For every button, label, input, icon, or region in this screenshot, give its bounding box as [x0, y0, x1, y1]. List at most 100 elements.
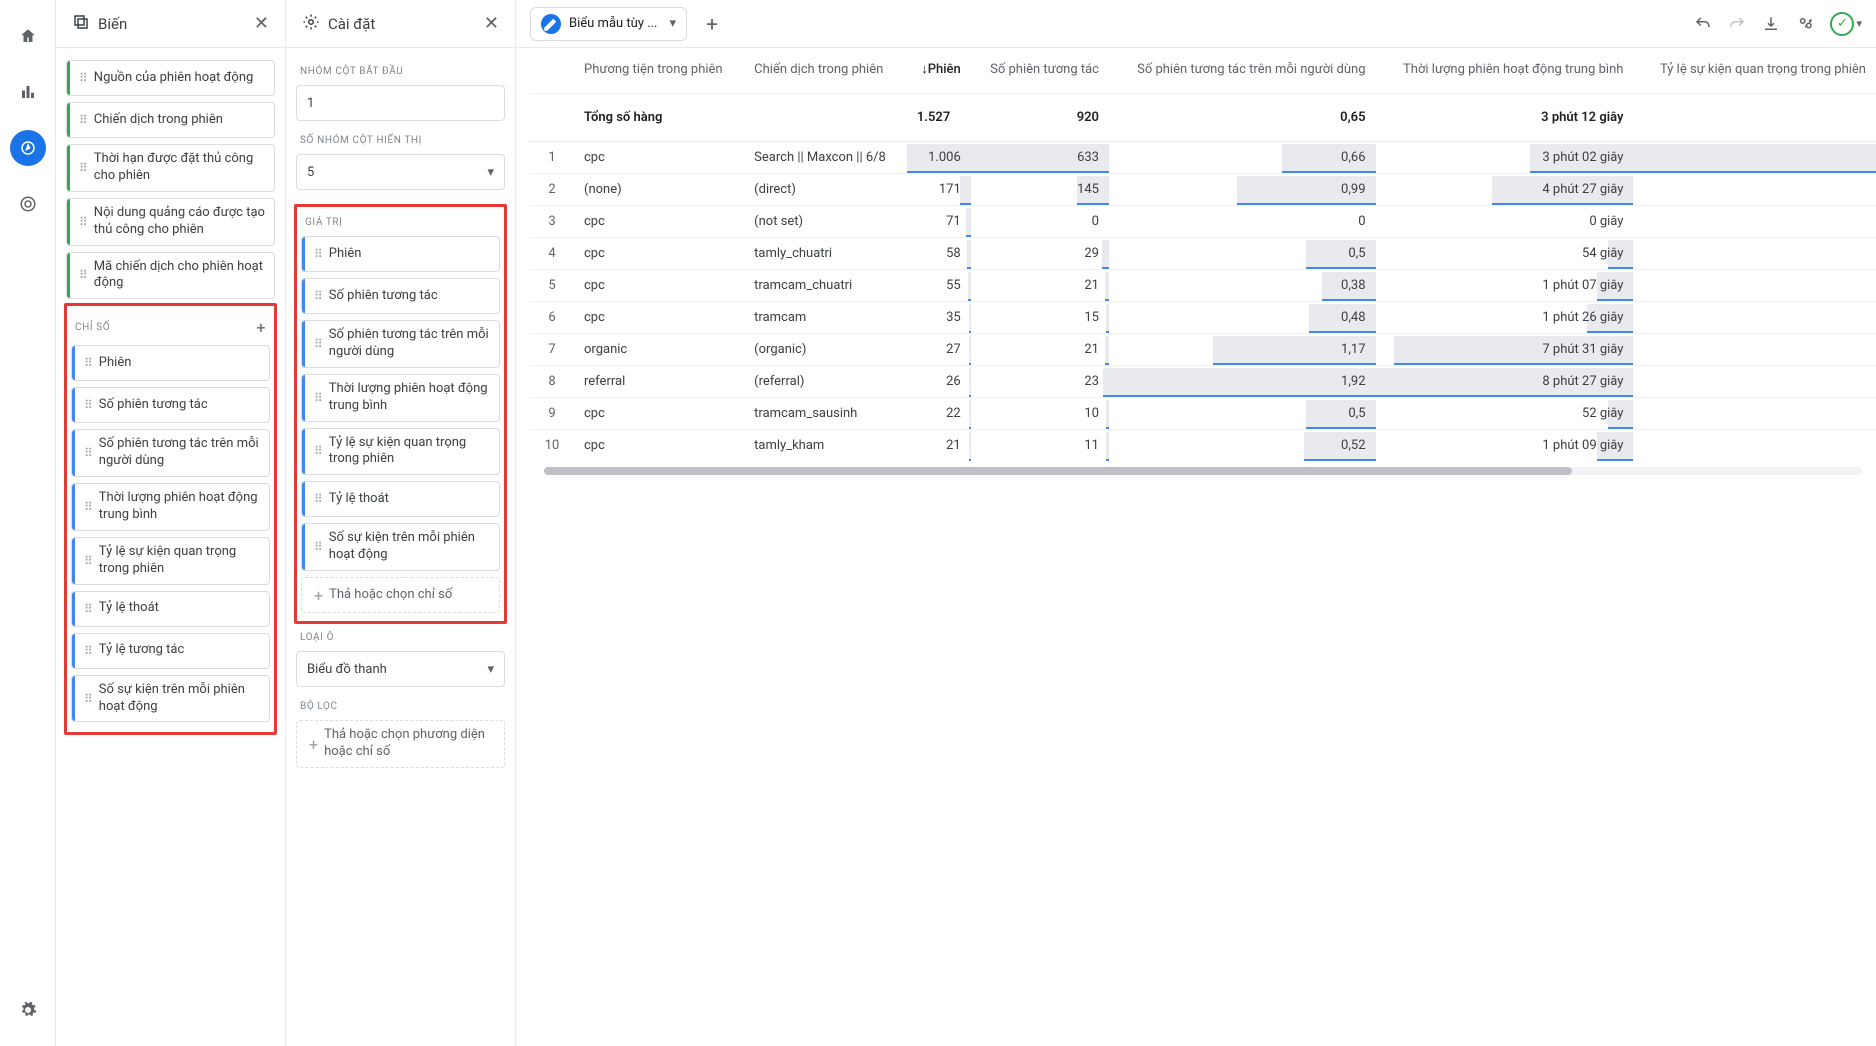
column-header[interactable]: Phương tiện trong phiên — [574, 48, 744, 93]
horizontal-scrollbar[interactable] — [544, 467, 1862, 475]
table-row[interactable]: 6cpctramcam35150,481 phút 26 giây — [530, 301, 1876, 333]
plus-icon: + — [314, 586, 323, 605]
column-header[interactable]: Thời lượng phiên hoạt động trung bình — [1376, 48, 1634, 93]
download-icon[interactable] — [1762, 15, 1780, 33]
explore-icon[interactable] — [10, 130, 46, 166]
metric-chip[interactable]: ⠿Số phiên tương tác — [71, 387, 270, 423]
share-icon[interactable] — [1796, 15, 1814, 33]
table-row[interactable]: 4cpctamly_chuatri58290,554 giây — [530, 237, 1876, 269]
table-row[interactable]: 2(none)(direct)1711450,994 phút 27 giây — [530, 173, 1876, 205]
values-label: GIÁ TRỊ — [305, 217, 496, 228]
filter-label: BỘ LỌC — [300, 701, 501, 712]
status-ok-icon[interactable]: ✓▾ — [1830, 12, 1862, 36]
exploration-tab[interactable]: Biểu mẫu tùy ... ▾ — [530, 7, 687, 41]
metric-chip[interactable]: ⠿Số sự kiện trên mỗi phiên hoạt động — [71, 675, 270, 723]
layers-icon — [72, 13, 90, 35]
gear-icon — [302, 13, 320, 35]
dimension-chip[interactable]: ⠿Mã chiến dịch cho phiên hoạt động — [66, 252, 275, 300]
table-row[interactable]: 7organic(organic)27211,177 phút 31 giây — [530, 333, 1876, 365]
variables-panel: Biến ✕ ⠿Nguồn của phiên hoạt động ⠿Chiến … — [56, 0, 286, 1046]
value-chip[interactable]: ⠿Tỷ lệ thoát — [301, 481, 500, 517]
col-start-label: NHÓM CỘT BẮT ĐẦU — [300, 66, 501, 77]
grip-icon: ⠿ — [84, 500, 93, 514]
settings-title: Cài đặt — [328, 15, 375, 33]
col-count-select[interactable]: 5 ▾ — [296, 154, 505, 190]
grip-icon: ⠿ — [314, 540, 323, 554]
table-row[interactable]: 5cpctramcam_chuatri55210,381 phút 07 giâ… — [530, 269, 1876, 301]
grip-icon: ⠿ — [314, 444, 323, 458]
value-chip[interactable]: ⠿Tỷ lệ sự kiện quan trọng trong phiên — [301, 428, 500, 476]
grip-icon: ⠿ — [84, 398, 93, 412]
dimension-chip[interactable]: ⠿Chiến dịch trong phiên — [66, 102, 275, 138]
metric-chip[interactable]: ⠿Số phiên tương tác trên mỗi người dùng — [71, 429, 270, 477]
settings-icon[interactable] — [10, 992, 46, 1028]
data-table: Phương tiện trong phiênChiến dịch trong … — [516, 48, 1876, 1046]
grip-icon: ⠿ — [79, 268, 88, 282]
nav-rail — [0, 0, 56, 1046]
advertising-icon[interactable] — [10, 186, 46, 222]
metric-chip[interactable]: ⠿Tỷ lệ thoát — [71, 591, 270, 627]
metrics-section-label: CHỈ SỐ + — [75, 318, 266, 337]
grip-icon: ⠿ — [79, 161, 88, 175]
value-chip[interactable]: ⠿Phiên — [301, 236, 500, 272]
grip-icon: ⠿ — [79, 215, 88, 229]
column-header[interactable]: Số phiên tương tác — [971, 48, 1109, 93]
value-chip[interactable]: ⠿Số phiên tương tác — [301, 278, 500, 314]
table-row[interactable]: 10cpctamly_kham21110,521 phút 09 giây — [530, 429, 1876, 461]
table-row[interactable]: 3cpc(not set)71000 giây — [530, 205, 1876, 237]
grip-icon: ⠿ — [84, 602, 93, 616]
grip-icon: ⠿ — [314, 492, 323, 506]
chart-type-select[interactable]: Biểu đồ thanh ▾ — [296, 651, 505, 687]
reports-icon[interactable] — [10, 74, 46, 110]
grip-icon: ⠿ — [84, 692, 93, 706]
variables-header: Biến ✕ — [56, 0, 285, 48]
home-icon[interactable] — [10, 18, 46, 54]
main-canvas: Biểu mẫu tùy ... ▾ + ✓▾ Phương tiện tron… — [516, 0, 1876, 1046]
variables-title: Biến — [98, 15, 127, 33]
edit-icon — [541, 14, 561, 34]
add-tab-button[interactable]: + — [695, 7, 729, 41]
grip-icon: ⠿ — [79, 71, 88, 85]
metric-chip[interactable]: ⠿Tỷ lệ sự kiện quan trọng trong phiên — [71, 537, 270, 585]
metrics-highlight: CHỈ SỐ + ⠿Phiên ⠿Số phiên tương tác ⠿Số ph… — [64, 303, 277, 735]
value-chip[interactable]: ⠿Số sự kiện trên mỗi phiên hoạt động — [301, 523, 500, 571]
column-header[interactable]: Tỷ lệ sự kiện quan trọng trong phiên — [1633, 48, 1876, 93]
close-icon[interactable]: ✕ — [254, 13, 269, 34]
col-count-label: SỐ NHÓM CỘT HIỂN THỊ — [300, 135, 501, 146]
undo-icon[interactable] — [1694, 15, 1712, 33]
redo-icon[interactable] — [1728, 15, 1746, 33]
value-chip[interactable]: ⠿Thời lượng phiên hoạt động trung bình — [301, 374, 500, 422]
topbar: Biểu mẫu tùy ... ▾ + ✓▾ — [516, 0, 1876, 48]
dimension-chip[interactable]: ⠿Nội dung quảng cáo được tạo thủ công ch… — [66, 198, 275, 246]
grip-icon: ⠿ — [314, 391, 323, 405]
grip-icon: ⠿ — [314, 289, 323, 303]
grip-icon: ⠿ — [314, 247, 323, 261]
settings-panel: Cài đặt ✕ NHÓM CỘT BẮT ĐẦU 1 SỐ NHÓM CỘT… — [286, 0, 516, 1046]
table-row[interactable]: 1cpcSearch || Maxcon || 6/81.0066330,663… — [530, 141, 1876, 173]
grip-icon: ⠿ — [84, 446, 93, 460]
grip-icon: ⠿ — [84, 644, 93, 658]
value-chip[interactable]: ⠿Số phiên tương tác trên mỗi người dùng — [301, 320, 500, 368]
add-metric-icon[interactable]: + — [256, 318, 266, 337]
table-row[interactable]: 9cpctramcam_sausinh22100,552 giây — [530, 397, 1876, 429]
chart-type-label: LOẠI Ô — [300, 632, 501, 643]
metric-chip[interactable]: ⠿Phiên — [71, 345, 270, 381]
column-header[interactable]: ↓Phiên — [907, 48, 971, 93]
column-header[interactable]: Chiến dịch trong phiên — [744, 48, 907, 93]
metric-chip[interactable]: ⠿Thời lượng phiên hoạt động trung bình — [71, 483, 270, 531]
drop-filter-chip[interactable]: + Thả hoặc chọn phương diện hoặc chỉ số — [296, 720, 505, 768]
plus-icon: + — [309, 735, 318, 754]
dimension-chip[interactable]: ⠿Thời hạn được đặt thủ công cho phiên — [66, 144, 275, 192]
chevron-down-icon: ▾ — [487, 165, 494, 180]
grip-icon: ⠿ — [314, 337, 323, 351]
totals-row: Tổng số hàng1.5279200,653 phút 12 giây — [530, 93, 1876, 141]
drop-metric-chip[interactable]: + Thả hoặc chọn chỉ số — [301, 577, 500, 613]
metric-chip[interactable]: ⠿Tỷ lệ tương tác — [71, 633, 270, 669]
dimension-chip[interactable]: ⠿Nguồn của phiên hoạt động — [66, 60, 275, 96]
column-header[interactable] — [530, 48, 574, 93]
table-row[interactable]: 8referral(referral)26231,928 phút 27 giâ… — [530, 365, 1876, 397]
col-start-input[interactable]: 1 — [296, 85, 505, 121]
close-icon[interactable]: ✕ — [484, 13, 499, 34]
column-header[interactable]: Số phiên tương tác trên mỗi người dùng — [1109, 48, 1376, 93]
chevron-down-icon: ▾ — [670, 16, 677, 31]
